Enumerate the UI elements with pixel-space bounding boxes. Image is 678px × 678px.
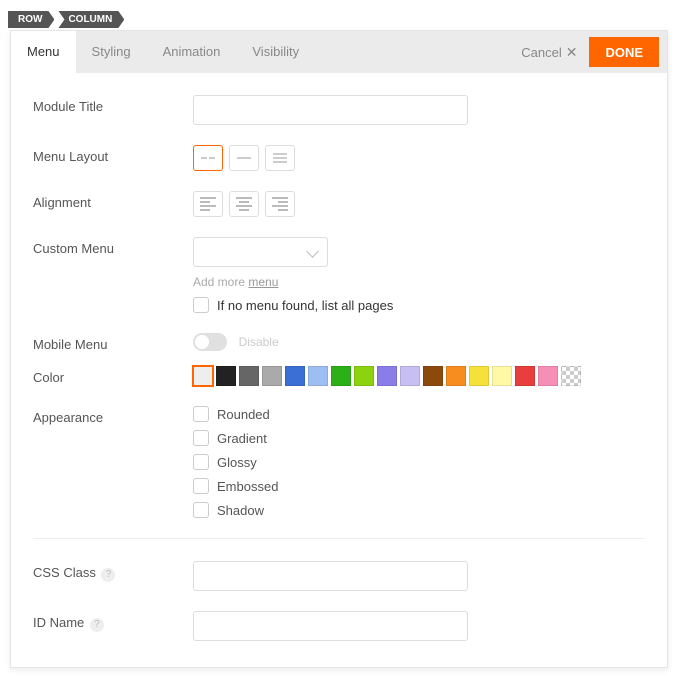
tab-bar: Menu Styling Animation Visibility Cancel… — [11, 31, 667, 73]
cancel-button[interactable]: Cancel ✕ — [521, 45, 577, 60]
align-center-button[interactable] — [229, 191, 259, 217]
glossy-label: Glossy — [217, 455, 257, 470]
color-swatches — [193, 366, 645, 386]
close-icon: ✕ — [566, 45, 578, 59]
custom-menu-select[interactable] — [193, 237, 328, 267]
align-center-icon — [236, 197, 252, 211]
color-swatch[interactable] — [308, 366, 328, 386]
hint-prefix: Add more — [193, 275, 248, 289]
module-title-input[interactable] — [193, 95, 468, 125]
label-mobile-menu: Mobile Menu — [33, 333, 193, 352]
align-left-button[interactable] — [193, 191, 223, 217]
gradient-checkbox[interactable] — [193, 430, 209, 446]
id-name-input[interactable] — [193, 611, 468, 641]
color-swatch[interactable] — [469, 366, 489, 386]
layout-vertical-list[interactable] — [265, 145, 295, 171]
tab-styling[interactable]: Styling — [76, 31, 147, 73]
color-swatch[interactable] — [331, 366, 351, 386]
shadow-checkbox[interactable] — [193, 502, 209, 518]
align-left-icon — [200, 197, 216, 211]
color-swatch[interactable] — [239, 366, 259, 386]
color-swatch[interactable] — [193, 366, 213, 386]
panel-body: Module Title Menu Layout — [11, 73, 667, 667]
fallback-checkbox[interactable] — [193, 297, 209, 313]
embossed-checkbox[interactable] — [193, 478, 209, 494]
label-menu-layout: Menu Layout — [33, 145, 193, 164]
color-swatch[interactable] — [216, 366, 236, 386]
section-divider — [33, 538, 645, 539]
color-swatch[interactable] — [423, 366, 443, 386]
color-swatch-transparent[interactable] — [561, 366, 581, 386]
color-swatch[interactable] — [377, 366, 397, 386]
id-name-text: ID Name — [33, 615, 84, 630]
breadcrumb: ROW COLUMN — [8, 11, 128, 28]
gradient-label: Gradient — [217, 431, 267, 446]
label-custom-menu: Custom Menu — [33, 237, 193, 256]
label-module-title: Module Title — [33, 95, 193, 114]
color-swatch[interactable] — [446, 366, 466, 386]
shadow-label: Shadow — [217, 503, 264, 518]
add-menu-link[interactable]: menu — [248, 275, 278, 289]
layout-horizontal-dashed[interactable] — [193, 145, 223, 171]
color-swatch[interactable] — [285, 366, 305, 386]
horizontal-line-icon — [237, 157, 251, 159]
cancel-label: Cancel — [521, 45, 561, 60]
rounded-checkbox[interactable] — [193, 406, 209, 422]
label-appearance: Appearance — [33, 406, 193, 425]
label-id-name: ID Name ? — [33, 611, 193, 632]
glossy-checkbox[interactable] — [193, 454, 209, 470]
color-swatch[interactable] — [354, 366, 374, 386]
tab-visibility[interactable]: Visibility — [236, 31, 315, 73]
label-alignment: Alignment — [33, 191, 193, 210]
list-icon — [273, 153, 287, 163]
crumb-column[interactable]: COLUMN — [58, 11, 124, 28]
fallback-label: If no menu found, list all pages — [217, 298, 393, 313]
custom-menu-hint: Add more menu — [193, 275, 645, 289]
color-swatch[interactable] — [492, 366, 512, 386]
align-right-icon — [272, 197, 288, 211]
crumb-row[interactable]: ROW — [8, 11, 54, 28]
done-button[interactable]: DONE — [589, 37, 659, 67]
color-swatch[interactable] — [400, 366, 420, 386]
css-class-help-icon[interactable]: ? — [101, 568, 115, 582]
css-class-text: CSS Class — [33, 565, 96, 580]
id-name-help-icon[interactable]: ? — [90, 618, 104, 632]
tab-animation[interactable]: Animation — [147, 31, 237, 73]
color-swatch[interactable] — [538, 366, 558, 386]
tab-menu[interactable]: Menu — [11, 31, 76, 73]
layout-horizontal-single[interactable] — [229, 145, 259, 171]
align-right-button[interactable] — [265, 191, 295, 217]
horizontal-dashed-icon — [201, 157, 215, 159]
label-color: Color — [33, 366, 193, 385]
mobile-menu-toggle-label: Disable — [239, 335, 279, 349]
rounded-label: Rounded — [217, 407, 270, 422]
color-swatch[interactable] — [262, 366, 282, 386]
css-class-input[interactable] — [193, 561, 468, 591]
mobile-menu-toggle[interactable] — [193, 333, 227, 351]
embossed-label: Embossed — [217, 479, 278, 494]
settings-panel: Menu Styling Animation Visibility Cancel… — [10, 30, 668, 668]
color-swatch[interactable] — [515, 366, 535, 386]
